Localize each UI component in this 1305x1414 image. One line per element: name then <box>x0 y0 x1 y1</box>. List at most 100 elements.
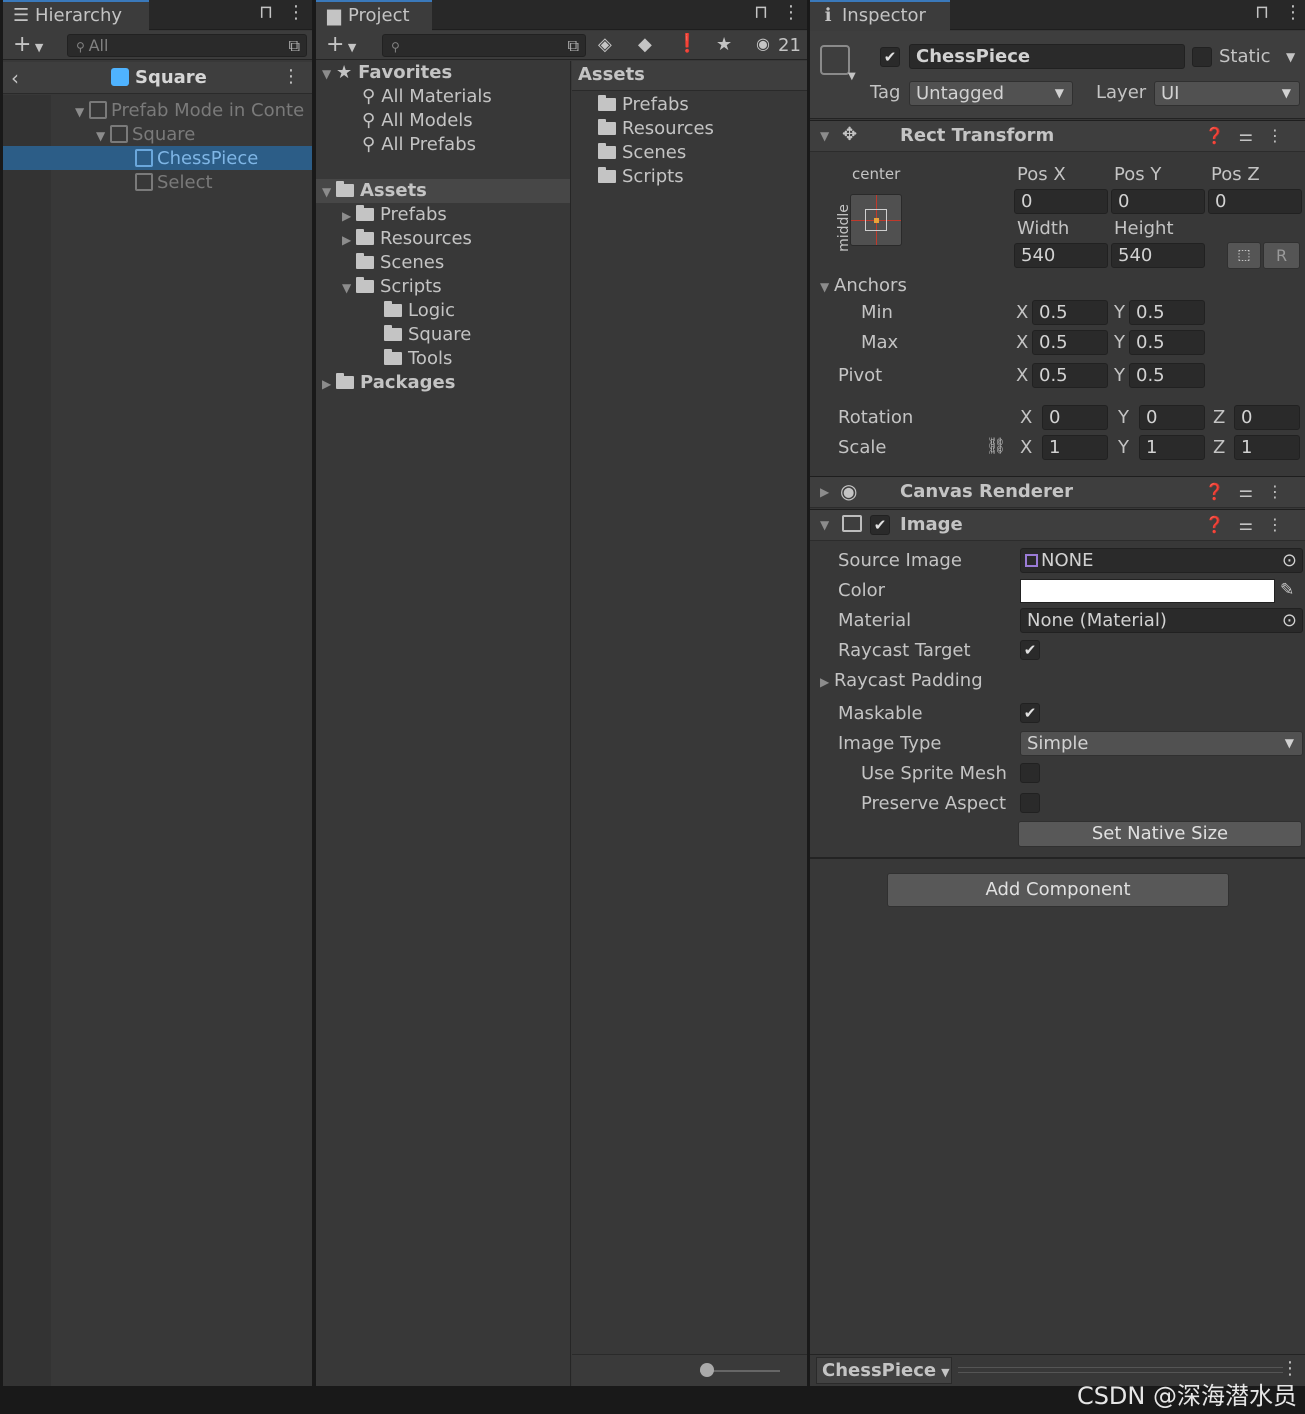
preview-resize-handle[interactable] <box>958 1367 1283 1373</box>
posz-field[interactable]: 0 <box>1208 189 1302 214</box>
favorite-item[interactable]: ⚲ All Models <box>316 109 570 133</box>
source-image-field[interactable]: NONE ⊙ <box>1020 548 1303 573</box>
image-header[interactable]: ▼ ✔ Image ❓⚌⋮ <box>810 509 1305 541</box>
color-swatch[interactable] <box>1020 579 1275 603</box>
favorite-item[interactable]: ⚲ All Materials <box>316 85 570 109</box>
project-search-input[interactable]: ⚲ ⧉ <box>382 34 586 57</box>
pivot-y-field[interactable]: 0.5 <box>1129 363 1205 388</box>
collapse-arrow-icon[interactable]: ▶ <box>820 485 829 499</box>
expand-arrow-icon[interactable]: ▼ <box>75 100 89 124</box>
component-menu-icon[interactable]: ⋮ <box>1267 482 1297 501</box>
pivot-x-field[interactable]: 0.5 <box>1032 363 1108 388</box>
expand-arrow-icon[interactable]: ▼ <box>820 518 829 532</box>
expand-arrow-icon[interactable]: ▼ <box>96 124 110 148</box>
content-folder-scenes[interactable]: Scenes <box>572 141 807 165</box>
icon-size-slider[interactable] <box>700 1363 780 1377</box>
rotation-z-field[interactable]: 0 <box>1234 405 1300 430</box>
help-icon[interactable]: ❓ <box>1205 126 1239 145</box>
object-picker-icon[interactable]: ⊙ <box>1282 609 1297 632</box>
presets-icon[interactable]: ⚌ <box>1239 482 1267 501</box>
image-enabled-checkbox[interactable]: ✔ <box>870 515 890 535</box>
active-checkbox[interactable]: ✔ <box>880 47 900 67</box>
expand-arrow-icon[interactable]: ▼ <box>322 62 336 86</box>
tree-folder-scenes[interactable]: Scenes <box>316 251 570 275</box>
add-component-button[interactable]: Add Component <box>887 873 1229 907</box>
object-picker-icon[interactable]: ⊙ <box>1282 549 1297 572</box>
collapse-arrow-icon[interactable]: ▶ <box>820 670 834 694</box>
expand-arrow-icon[interactable]: ▼ <box>820 275 834 299</box>
maskable-checkbox[interactable]: ✔ <box>1020 703 1040 723</box>
canvas-renderer-header[interactable]: ▶ ◉ Canvas Renderer ❓⚌⋮ <box>810 476 1305 508</box>
search-by-type-icon[interactable]: ⧉ <box>289 35 300 56</box>
gameobject-large-icon[interactable] <box>820 45 850 75</box>
tab-project[interactable]: ▆ Project <box>316 0 432 31</box>
anchor-max-y-field[interactable]: 0.5 <box>1129 330 1205 355</box>
expand-arrow-icon[interactable]: ▼ <box>342 276 356 300</box>
help-icon[interactable]: ❓ <box>1205 515 1239 534</box>
material-field[interactable]: None (Material) ⊙ <box>1020 608 1303 633</box>
scale-y-field[interactable]: 1 <box>1139 435 1205 460</box>
anchor-min-x-field[interactable]: 0.5 <box>1032 300 1108 325</box>
filter-by-label-icon[interactable]: ◆ <box>638 34 652 55</box>
create-asset-button[interactable]: + ▼ <box>326 33 356 60</box>
blueprint-mode-button[interactable]: ⬚ <box>1227 242 1261 269</box>
breadcrumb-assets[interactable]: Assets <box>578 64 645 85</box>
static-checkbox[interactable] <box>1192 47 1212 67</box>
packages-folder[interactable]: ▶ Packages <box>316 371 570 395</box>
content-folder-resources[interactable]: Resources <box>572 117 807 141</box>
posx-field[interactable]: 0 <box>1014 189 1108 214</box>
raycast-target-checkbox[interactable]: ✔ <box>1020 640 1040 660</box>
component-menu-icon[interactable]: ⋮ <box>1267 126 1297 145</box>
anchor-max-x-field[interactable]: 0.5 <box>1032 330 1108 355</box>
hierarchy-menu-icon[interactable]: ⋮ <box>287 2 305 23</box>
preview-object-dropdown[interactable]: ChessPiece ▼ <box>816 1357 952 1384</box>
rotation-x-field[interactable]: 0 <box>1042 405 1108 430</box>
image-type-dropdown[interactable]: Simple ▼ <box>1020 731 1303 756</box>
anchors-foldout[interactable]: ▼ Anchors <box>810 274 1305 298</box>
create-button[interactable]: + ▼ <box>13 33 43 60</box>
warning-filter-icon[interactable]: ❗ <box>676 33 698 54</box>
tab-inspector[interactable]: ℹ Inspector <box>810 0 950 31</box>
collapse-arrow-icon[interactable]: ▶ <box>342 204 356 228</box>
presets-icon[interactable]: ⚌ <box>1239 515 1267 534</box>
content-folder-prefabs[interactable]: Prefabs <box>572 93 807 117</box>
hierarchy-item-select[interactable]: Select <box>3 170 312 194</box>
back-arrow-icon[interactable]: ‹ <box>11 66 19 90</box>
filter-by-type-icon[interactable]: ◈ <box>598 34 612 55</box>
collapse-arrow-icon[interactable]: ▶ <box>322 372 336 396</box>
eyedropper-icon[interactable]: ✎ <box>1280 580 1294 600</box>
icon-dropdown-icon[interactable]: ▼ <box>848 71 856 82</box>
hierarchy-lock-icon[interactable]: ⊓ <box>259 2 273 23</box>
tree-folder-tools[interactable]: Tools <box>316 347 570 371</box>
rotation-y-field[interactable]: 0 <box>1139 405 1205 430</box>
raw-edit-button[interactable]: R <box>1263 242 1300 269</box>
scale-x-field[interactable]: 1 <box>1042 435 1108 460</box>
raycast-padding-foldout[interactable]: ▶ Raycast Padding <box>810 669 1305 693</box>
assets-folder[interactable]: ▼ Assets <box>316 179 570 203</box>
inspector-lock-icon[interactable]: ⊓ <box>1255 2 1269 23</box>
tree-folder-square[interactable]: Square <box>316 323 570 347</box>
posy-field[interactable]: 0 <box>1111 189 1205 214</box>
favorite-item[interactable]: ⚲ All Prefabs <box>316 133 570 157</box>
inspector-menu-icon[interactable]: ⋮ <box>1284 2 1302 23</box>
content-folder-scripts[interactable]: Scripts <box>572 165 807 189</box>
favorites-header[interactable]: ▼ ★ Favorites <box>316 61 570 85</box>
presets-icon[interactable]: ⚌ <box>1239 126 1267 145</box>
project-menu-icon[interactable]: ⋮ <box>782 2 800 23</box>
anchor-preset-button[interactable] <box>850 194 902 246</box>
width-field[interactable]: 540 <box>1014 243 1108 268</box>
layer-dropdown[interactable]: UI ▼ <box>1154 81 1300 106</box>
collapse-arrow-icon[interactable]: ▶ <box>342 228 356 252</box>
expand-arrow-icon[interactable]: ▼ <box>820 129 829 143</box>
scale-z-field[interactable]: 1 <box>1234 435 1300 460</box>
tag-dropdown[interactable]: Untagged ▼ <box>909 81 1073 106</box>
tree-folder-resources[interactable]: ▶ Resources <box>316 227 570 251</box>
constrain-proportions-link-icon[interactable]: ⛓ <box>986 436 1006 455</box>
tree-folder-prefabs[interactable]: ▶ Prefabs <box>316 203 570 227</box>
preserve-aspect-checkbox[interactable] <box>1020 793 1040 813</box>
hierarchy-item-chesspiece[interactable]: ChessPiece <box>3 146 312 170</box>
set-native-size-button[interactable]: Set Native Size <box>1018 821 1302 847</box>
tab-hierarchy[interactable]: ☰ Hierarchy <box>3 0 149 31</box>
slider-handle[interactable] <box>700 1363 714 1377</box>
rect-transform-header[interactable]: ▼ ✥ Rect Transform ❓⚌⋮ <box>810 120 1305 152</box>
